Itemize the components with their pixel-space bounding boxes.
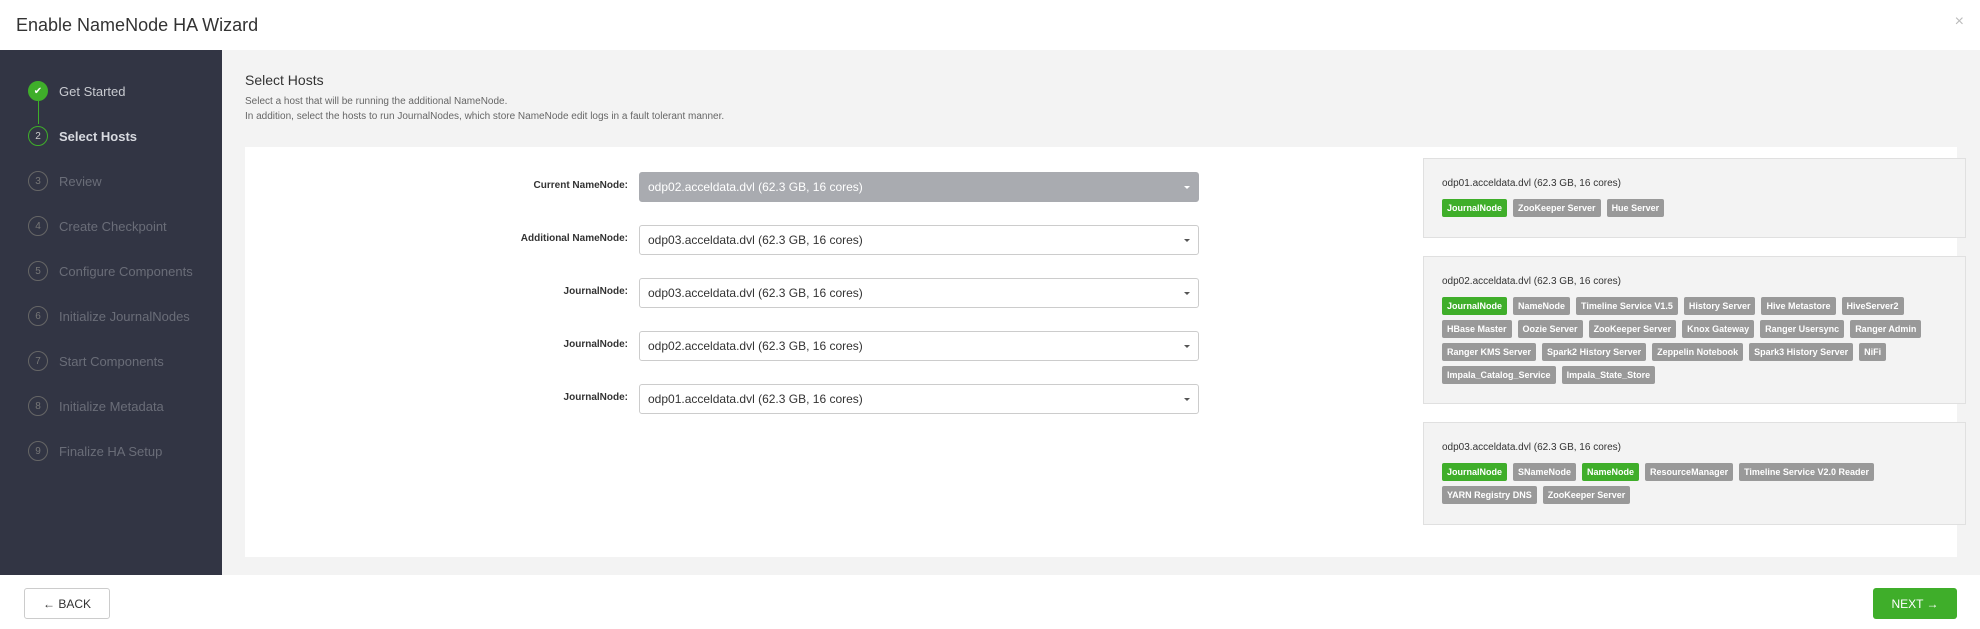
description-line-1: Select a host that will be running the a… <box>245 96 508 107</box>
selected-host-value: odp03.acceldata.dvl (62.3 GB, 16 cores) <box>648 286 863 300</box>
next-button[interactable]: NEXT → <box>1873 588 1957 619</box>
close-icon[interactable]: × <box>1955 13 1964 31</box>
assignment-label: JournalNode: <box>563 339 628 350</box>
step-number: 3 <box>28 171 48 191</box>
caret-down-icon <box>1184 345 1190 348</box>
component-badge: History Server <box>1683 297 1756 315</box>
component-badge: Timeline Service V2.0 Reader <box>1739 463 1874 481</box>
host-select[interactable]: odp03.acceldata.dvl (62.3 GB, 16 cores) <box>639 225 1199 255</box>
wizard-step: 4 Create Checkpoint <box>28 215 167 237</box>
description-line-2: In addition, select the hosts to run Jou… <box>245 111 725 122</box>
component-badges: JournalNode ZooKeeper Server Hue Server <box>1442 199 1957 222</box>
step-number: 7 <box>28 351 48 371</box>
caret-down-icon <box>1184 239 1190 242</box>
wizard-step: ✔ Get Started <box>28 80 125 102</box>
component-badge: Ranger KMS Server <box>1442 343 1537 361</box>
host-card: odp03.acceldata.dvl (62.3 GB, 16 cores) J… <box>1423 422 1966 525</box>
selected-host-value: odp01.acceldata.dvl (62.3 GB, 16 cores) <box>648 392 863 406</box>
step-label: Configure Components <box>59 263 193 279</box>
host-name: odp02.acceldata.dvl (62.3 GB, 16 cores) <box>1442 276 1621 287</box>
modal-header: Enable NameNode HA Wizard × <box>0 0 1980 50</box>
component-badge: SNameNode <box>1513 463 1577 481</box>
step-number: 6 <box>28 306 48 326</box>
step-label: Create Checkpoint <box>59 218 167 234</box>
host-select[interactable]: odp03.acceldata.dvl (62.3 GB, 16 cores) <box>639 278 1199 308</box>
component-badge: Impala_Catalog_Service <box>1442 366 1556 384</box>
wizard-step: 5 Configure Components <box>28 260 193 282</box>
step-number: 2 <box>28 126 48 146</box>
host-card: odp01.acceldata.dvl (62.3 GB, 16 cores) J… <box>1423 158 1966 238</box>
component-badge: ResourceManager <box>1645 463 1734 481</box>
host-select[interactable]: odp01.acceldata.dvl (62.3 GB, 16 cores) <box>639 384 1199 414</box>
wizard-step: 8 Initialize Metadata <box>28 395 164 417</box>
assignment-label: JournalNode: <box>563 392 628 403</box>
host-name: odp01.acceldata.dvl (62.3 GB, 16 cores) <box>1442 178 1621 189</box>
component-badge: Zeppelin Notebook <box>1652 343 1744 361</box>
step-number: 4 <box>28 216 48 236</box>
step-label: Start Components <box>59 353 164 369</box>
wizard-footer: ← BACK NEXT → <box>0 575 1980 629</box>
wizard-step: 9 Finalize HA Setup <box>28 440 162 462</box>
step-content: Select Hosts Select a host that will be … <box>222 50 1980 575</box>
modal-title: Enable NameNode HA Wizard <box>16 15 259 35</box>
host-assignment-panel: Current NameNode: odp02.acceldata.dvl (62… <box>245 147 1966 557</box>
component-badge: Hue Server <box>1606 199 1665 217</box>
step-connector <box>38 101 39 124</box>
assignment-label: Current NameNode: <box>533 180 628 191</box>
step-number: 9 <box>28 441 48 461</box>
caret-down-icon <box>1184 398 1190 401</box>
wizard-step: 2 Select Hosts <box>28 125 137 147</box>
component-badge: ZooKeeper Server <box>1513 199 1601 217</box>
host-card: odp02.acceldata.dvl (62.3 GB, 16 cores) J… <box>1423 256 1966 404</box>
component-badge: JournalNode <box>1442 463 1508 481</box>
selected-host-value: odp02.acceldata.dvl (62.3 GB, 16 cores) <box>648 180 863 194</box>
step-label: Initialize Metadata <box>59 398 164 414</box>
step-number: 8 <box>28 396 48 416</box>
wizard-step: 3 Review <box>28 170 102 192</box>
wizard-body: ✔ Get Started 2 Select Hosts 3 Review 4 Create … <box>0 50 1980 575</box>
host-name: odp03.acceldata.dvl (62.3 GB, 16 cores) <box>1442 442 1621 453</box>
component-badge: ZooKeeper Server <box>1542 486 1631 504</box>
component-badge: Oozie Server <box>1517 320 1583 338</box>
caret-down-icon <box>1184 292 1190 295</box>
back-button[interactable]: ← BACK <box>24 588 110 619</box>
selected-host-value: odp02.acceldata.dvl (62.3 GB, 16 cores) <box>648 339 863 353</box>
step-label: Get Started <box>59 83 126 99</box>
component-badge: Ranger Admin <box>1850 320 1922 338</box>
check-icon: ✔ <box>28 81 48 101</box>
component-badge: JournalNode <box>1442 297 1508 315</box>
component-badge: Spark2 History Server <box>1542 343 1647 361</box>
component-badge: HiveServer2 <box>1841 297 1904 315</box>
step-label: Initialize JournalNodes <box>59 308 190 324</box>
component-badges: JournalNode NameNode Timeline Service V1.5… <box>1442 297 1957 389</box>
selected-host-value: odp03.acceldata.dvl (62.3 GB, 16 cores) <box>648 233 863 247</box>
component-badge: Ranger Usersync <box>1760 320 1845 338</box>
component-badge: Impala_State_Store <box>1561 366 1656 384</box>
host-select: odp02.acceldata.dvl (62.3 GB, 16 cores) <box>639 172 1199 202</box>
assignment-label: Additional NameNode: <box>520 233 628 244</box>
assignment-label: JournalNode: <box>563 286 628 297</box>
page-title: Select Hosts <box>245 72 324 88</box>
component-badges: JournalNode SNameNode NameNode ResourceMana… <box>1442 463 1957 509</box>
step-number: 5 <box>28 261 48 281</box>
component-badge: NiFi <box>1859 343 1887 361</box>
component-badge: HBase Master <box>1442 320 1512 338</box>
caret-down-icon <box>1184 186 1190 189</box>
component-badge: Hive Metastore <box>1761 297 1836 315</box>
wizard-step: 7 Start Components <box>28 350 164 372</box>
host-select[interactable]: odp02.acceldata.dvl (62.3 GB, 16 cores) <box>639 331 1199 361</box>
step-label: Finalize HA Setup <box>59 443 163 459</box>
component-badge: NameNode <box>1582 463 1640 481</box>
component-badge: Timeline Service V1.5 <box>1576 297 1678 315</box>
step-label: Select Hosts <box>59 128 138 144</box>
step-label: Review <box>59 173 102 189</box>
component-badge: ZooKeeper Server <box>1588 320 1677 338</box>
wizard-step: 6 Initialize JournalNodes <box>28 305 190 327</box>
component-badge: Spark3 History Server <box>1749 343 1854 361</box>
component-badge: Knox Gateway <box>1682 320 1755 338</box>
component-badge: JournalNode <box>1442 199 1508 217</box>
component-badge: YARN Registry DNS <box>1442 486 1537 504</box>
component-badge: NameNode <box>1513 297 1571 315</box>
wizard-steps-sidebar: ✔ Get Started 2 Select Hosts 3 Review 4 Create … <box>0 50 222 575</box>
